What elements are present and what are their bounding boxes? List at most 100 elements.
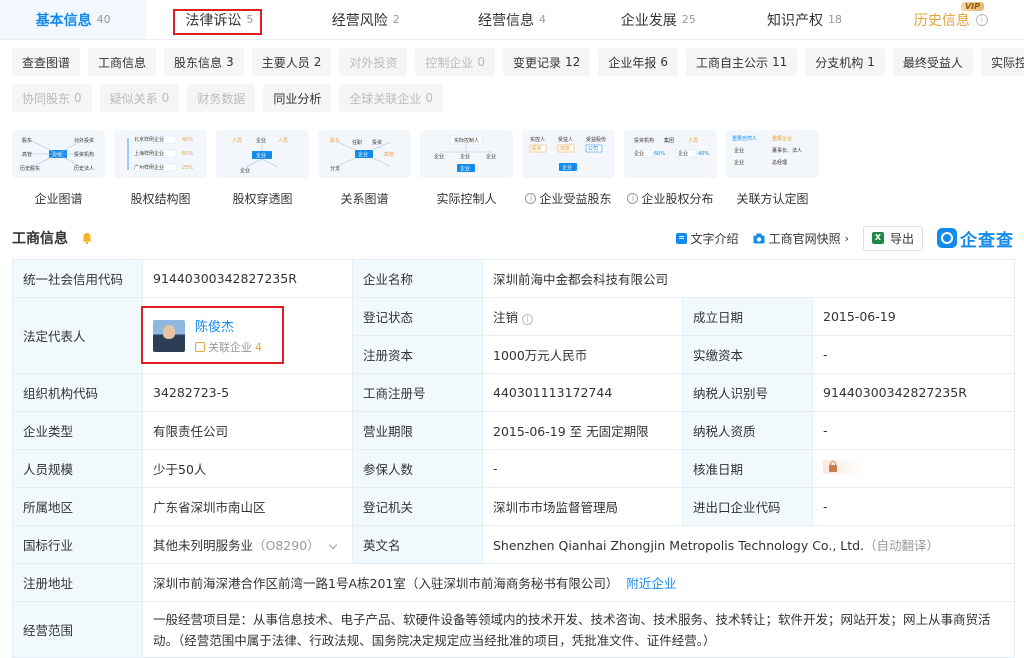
- graph-card-equity-distribution[interactable]: 投资机构 集团 人员 企业 60% 企业 40% i 企业股权分布: [624, 130, 717, 207]
- graph-card-related-party[interactable]: 重要自然人 重要企业 企业 董事长、法人 企业 总经理 关联方认定图: [726, 130, 819, 207]
- svg-text:广州样例企业: 广州样例企业: [134, 164, 164, 171]
- chip-count: 1: [867, 55, 875, 69]
- tab-history[interactable]: 历史信息 i VIP: [878, 0, 1024, 39]
- chip-count: 2: [313, 55, 322, 69]
- graph-card-beneficial-shareholders[interactable]: 实控人 受益人 受益股份 股东 高管 公司 企业 i 企业受益股东: [522, 130, 615, 207]
- chip-label: 控制企业: [425, 55, 474, 70]
- legal-rep: 陈俊杰 关联企业 4: [153, 316, 342, 355]
- svg-text:企业: 企业: [486, 153, 496, 160]
- tab-count: 5: [246, 13, 254, 26]
- graph-thumbnail: 重要自然人 重要企业 企业 董事长、法人 企业 总经理: [726, 130, 819, 178]
- cell-label: 企业名称: [352, 259, 483, 298]
- graph-label: 关联方认定图: [736, 192, 809, 206]
- associated-companies-link[interactable]: 关联企业 4: [195, 339, 262, 355]
- chip-graph[interactable]: 查查图谱: [12, 48, 81, 76]
- legal-rep-name-link[interactable]: 陈俊杰: [195, 316, 262, 335]
- graph-card-equity-penetration[interactable]: 人员 企业 人员 企业 企业 股权穿透图: [216, 130, 309, 207]
- chip-suspected: 疑似关系 0: [99, 84, 180, 112]
- official-snapshot-label: 工商官网快照: [768, 231, 841, 246]
- svg-text:人员: 人员: [278, 138, 288, 144]
- info-icon: i: [627, 193, 639, 204]
- reg-authority-value: 深圳市市场监督管理局: [482, 487, 683, 526]
- tab-legal-litigation[interactable]: 法律诉讼 5: [146, 0, 292, 39]
- chip-global-related: 全球关联企业 0: [339, 84, 443, 112]
- table-row: 国标行业 其他未列明服务业（O8290） 英文名 Shenzhen Qianha…: [12, 525, 1016, 564]
- lock-icon[interactable]: [823, 460, 863, 474]
- svg-text:董事长、法人: 董事长、法人: [772, 147, 802, 154]
- chip-co-shareholders: 协同股东 0: [12, 84, 92, 112]
- industry-cell[interactable]: 其他未列明服务业（O8290）: [142, 525, 353, 564]
- chip-key-personnel[interactable]: 主要人员 2: [251, 48, 332, 76]
- table-row: 企业类型 有限责任公司 营业期限 2015-06-19 至 无固定期限 纳税人资…: [12, 411, 1016, 450]
- official-snapshot-button[interactable]: 工商官网快照 ›: [753, 230, 849, 247]
- tab-count: 2: [392, 13, 400, 26]
- svg-text:高管: 高管: [560, 145, 570, 152]
- graph-card-enterprise[interactable]: 企业 股东 对外投资 高管 投资机构 历史股东 历史法人 企业图谱: [12, 130, 105, 207]
- paid-capital-value: -: [811, 335, 1016, 374]
- graph-card-actual-controller[interactable]: 实际控制人 企业 企业 企业 企业 实际控制人: [420, 130, 513, 207]
- svg-text:分支: 分支: [330, 165, 340, 172]
- cell-label: 登记状态: [352, 297, 483, 336]
- graph-label: 股权结构图: [130, 192, 191, 206]
- chip-business-info[interactable]: 工商信息: [88, 48, 157, 76]
- cell-label: 注册地址: [12, 563, 143, 602]
- svg-text:对外投资: 对外投资: [74, 137, 94, 144]
- chip-label: 最终受益人: [902, 55, 963, 70]
- english-name-cell: Shenzhen Qianhai Zhongjin Metropolis Tec…: [481, 525, 1016, 564]
- svg-text:集团: 集团: [664, 137, 674, 144]
- nearby-companies-link[interactable]: 附近企业: [626, 576, 676, 591]
- info-icon[interactable]: i: [522, 314, 534, 325]
- chip-shareholders[interactable]: 股东信息 3: [164, 48, 244, 76]
- camera-icon: [753, 233, 765, 243]
- cell-label: 统一社会信用代码: [12, 259, 143, 298]
- chip-annual-report[interactable]: 企业年报 6: [598, 48, 678, 76]
- svg-text:企业: 企业: [240, 167, 250, 174]
- graph-label: 股权穿透图: [232, 192, 293, 206]
- svg-text:企业: 企业: [434, 153, 444, 160]
- chip-actual-controller[interactable]: 实际控制人: [980, 48, 1024, 76]
- status-cell: 注销 i: [482, 297, 683, 336]
- chip-self-disclosure[interactable]: 工商自主公示 11: [685, 48, 798, 76]
- graph-thumbnail: 股东 任职 投资 企业 高管 分支: [318, 130, 411, 178]
- text-intro-button[interactable]: 文字介绍: [675, 230, 739, 247]
- tab-development[interactable]: 企业发展 25: [585, 0, 731, 39]
- svg-text:25%: 25%: [182, 165, 193, 171]
- graph-card-equity-structure[interactable]: 北京样例企业 上海样例企业 广州样例企业 40% 60% 25% 股权结构图: [114, 130, 207, 207]
- avatar[interactable]: [153, 319, 185, 352]
- company-name-value: 深圳前海中金都会科技有限公司: [481, 259, 1016, 298]
- svg-text:北京样例企业: 北京样例企业: [134, 136, 164, 143]
- chip-beneficial-owner[interactable]: 最终受益人: [892, 48, 973, 76]
- chip-peer-analysis[interactable]: 同业分析: [263, 84, 332, 112]
- chip-label: 分支机构: [815, 55, 864, 70]
- export-button[interactable]: X 导出: [862, 225, 923, 251]
- section-header: 工商信息 文字介绍 工商官网快照 › X 导出 企查查: [12, 224, 1014, 252]
- chip-branches[interactable]: 分支机构 1: [805, 48, 885, 76]
- sub-tab-row: 查查图谱 工商信息 股东信息 3 主要人员 2 对外投资 控制企业 0 变更记录 12 …: [12, 48, 1024, 76]
- tab-label: 经营信息: [477, 12, 534, 29]
- graph-card-relations[interactable]: 股东 任职 投资 企业 高管 分支 关系图谱: [318, 130, 411, 207]
- chip-label: 查查图谱: [22, 55, 71, 70]
- svg-text:历史股东: 历史股东: [20, 165, 40, 172]
- tab-basic-info[interactable]: 基本信息 40: [0, 0, 147, 39]
- sub-tab-row: 协同股东 0 疑似关系 0 财务数据 同业分析 全球关联企业 0: [12, 84, 1012, 112]
- chip-change-log[interactable]: 变更记录 12: [503, 48, 591, 76]
- reg-no-value: 440301113172744: [482, 373, 683, 412]
- svg-text:企业: 企业: [734, 159, 744, 166]
- staff-size-value: 少于50人: [142, 449, 353, 488]
- graph-label: 实际控制人: [436, 192, 497, 206]
- tab-business-info[interactable]: 经营信息 4: [439, 0, 585, 39]
- insured-value: -: [482, 449, 683, 488]
- credit-code-value: 91440300342827235R: [142, 259, 353, 298]
- cell-label: 登记机关: [352, 487, 483, 526]
- top-tab-bar: 基本信息 40 法律诉讼 5 经营风险 2 经营信息 4 企业发展 25 知识产…: [0, 0, 1024, 40]
- cell-label: 参保人数: [352, 449, 483, 488]
- svg-text:实际控制人: 实际控制人: [454, 137, 479, 144]
- tab-ip[interactable]: 知识产权 18: [731, 0, 877, 39]
- chip-label: 财务数据: [197, 91, 246, 106]
- tab-business-risk[interactable]: 经营风险 2: [293, 0, 439, 39]
- graph-label: 关系图谱: [340, 192, 389, 206]
- tab-count: 4: [538, 13, 546, 26]
- cell-label: 人员规模: [12, 449, 143, 488]
- svg-text:公司: 公司: [588, 146, 598, 152]
- bell-icon[interactable]: [80, 231, 94, 245]
